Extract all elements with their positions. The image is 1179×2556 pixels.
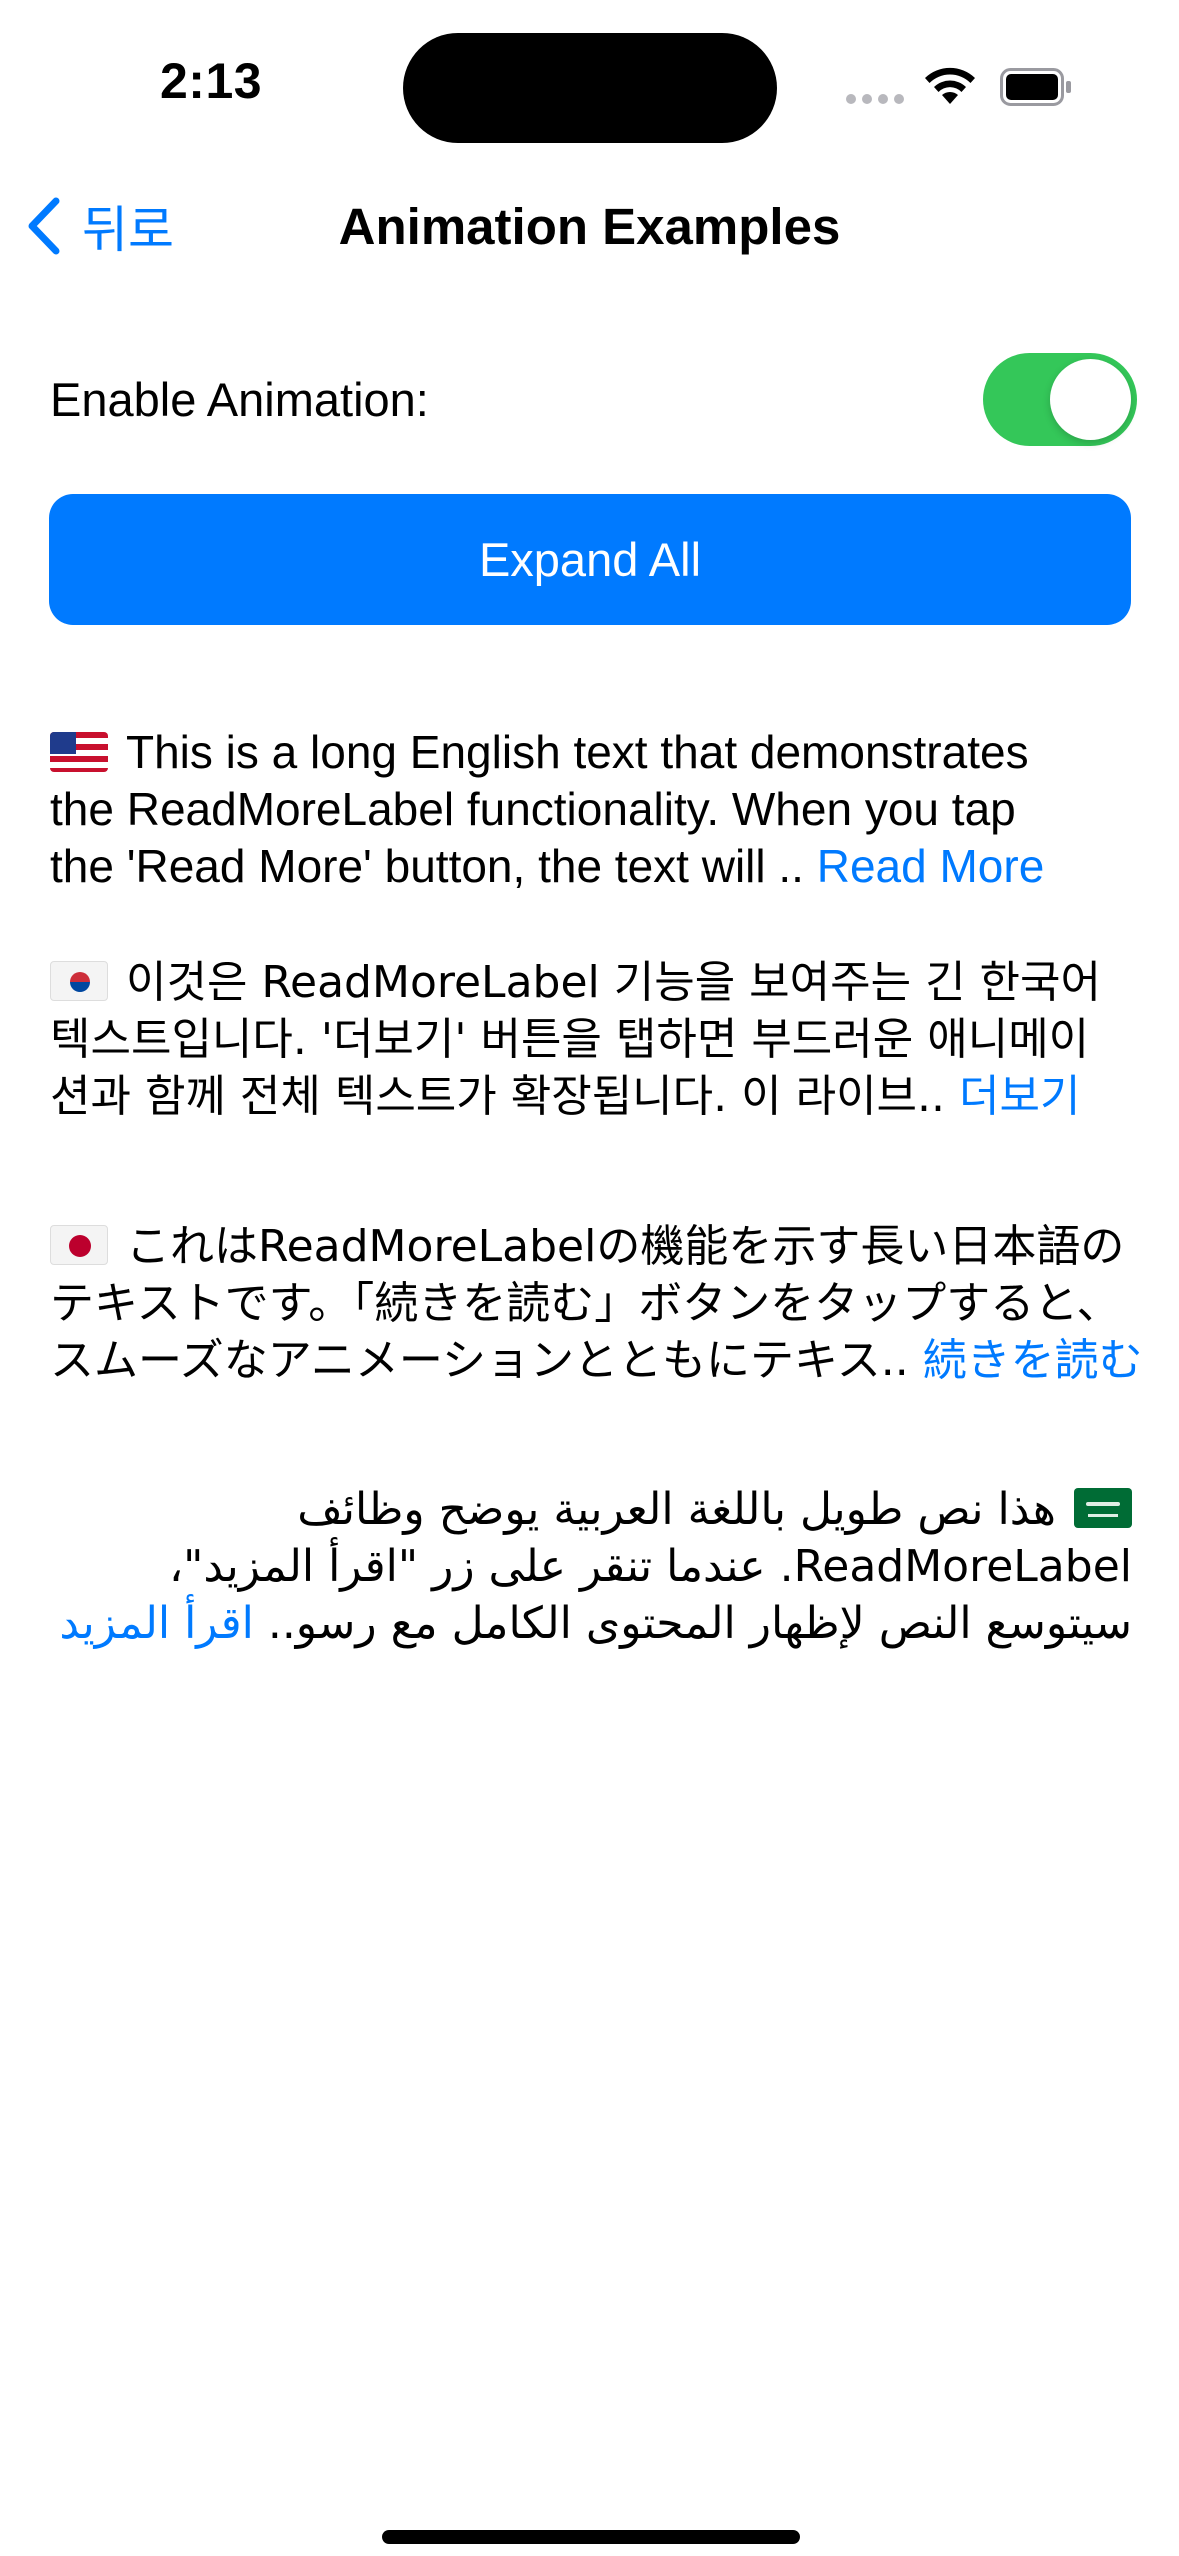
text-line: ReadMoreLabel. عندما تنقر على زر "اقرأ ا… bbox=[168, 1541, 1132, 1592]
animation-toggle-label: Enable Animation: bbox=[50, 373, 429, 426]
english-read-more-label[interactable]: This is a long English text that demonst… bbox=[50, 724, 1132, 895]
text-line: これはReadMoreLabelの機能を示す長い日本語の bbox=[50, 1218, 1132, 1275]
read-more-link-japanese[interactable]: 続きを読む bbox=[923, 1335, 1143, 1386]
home-indicator[interactable] bbox=[382, 2530, 800, 2544]
text-line: スムーズなアニメーションとともにテキス.. 続きを読む bbox=[50, 1335, 1143, 1386]
text-line: This is a long English text that demonst… bbox=[50, 724, 1132, 781]
text-line: 텍스트입니다. '더보기' 버튼을 탭하면 부드러운 애니메이 bbox=[50, 1014, 1090, 1065]
read-more-link-korean[interactable]: 더보기 bbox=[959, 1071, 1080, 1122]
text-line: هذا نص طويل باللغة العربية يوضح وظائف bbox=[50, 1481, 1132, 1538]
us-flag-icon bbox=[50, 732, 108, 772]
cellular-signal-icon bbox=[846, 94, 904, 104]
text-line: 이것은 ReadMoreLabel 기능을 보여주는 긴 한국어 bbox=[50, 954, 1132, 1011]
status-time: 2:13 bbox=[160, 53, 263, 109]
jp-flag-icon bbox=[50, 1225, 108, 1265]
animation-toggle[interactable] bbox=[983, 353, 1137, 446]
screen: 2:13 뒤로 Animation Examples Enable Animat… bbox=[0, 0, 1179, 2556]
sa-flag-icon bbox=[1074, 1488, 1132, 1528]
text-line: the ReadMoreLabel functionality. When yo… bbox=[50, 783, 1016, 835]
battery-icon bbox=[1000, 68, 1071, 106]
korean-read-more-label[interactable]: 이것은 ReadMoreLabel 기능을 보여주는 긴 한국어 텍스트입니다.… bbox=[50, 954, 1132, 1125]
page-title: Animation Examples bbox=[338, 198, 841, 255]
expand-all-button[interactable]: Expand All bbox=[49, 494, 1131, 625]
toggle-knob bbox=[1050, 359, 1131, 440]
wifi-icon bbox=[925, 67, 975, 104]
kr-flag-icon bbox=[50, 961, 108, 1001]
text-line: the 'Read More' button, the text will ..… bbox=[50, 840, 1045, 892]
arabic-read-more-label[interactable]: هذا نص طويل باللغة العربية يوضح وظائف Re… bbox=[50, 1481, 1132, 1652]
dynamic-island bbox=[403, 33, 777, 143]
japanese-read-more-label[interactable]: これはReadMoreLabelの機能を示す長い日本語の テキストです。「続きを… bbox=[50, 1218, 1143, 1389]
read-more-link-arabic[interactable]: اقرأ المزيد bbox=[59, 1598, 253, 1649]
read-more-link[interactable]: Read More bbox=[817, 840, 1045, 892]
text-line: سيتوسع النص لإظهار المحتوى الكامل مع رسو… bbox=[59, 1598, 1132, 1649]
text-line: テキストです。「続きを読む」ボタンをタップすると、 bbox=[50, 1278, 1121, 1329]
text-line: 션과 함께 전체 텍스트가 확장됩니다. 이 라이브.. 더보기 bbox=[50, 1071, 1081, 1122]
